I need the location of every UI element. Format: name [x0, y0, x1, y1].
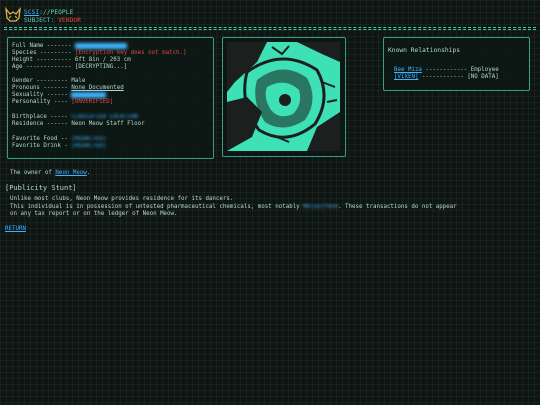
- personality-value: [UNVERIFIED]: [71, 99, 114, 105]
- relationship-row: Bee Miza ------------ Employee: [394, 67, 499, 73]
- publicity-paragraph-line: Unlike most clubs, Neon Meow provides re…: [10, 196, 234, 202]
- sexuality-value-redacted: UNVERIFIED: [71, 92, 107, 98]
- profile-row-birthplace: Birthplace ----- CLASSIFIED LOCATION: [12, 114, 138, 120]
- profile-row-full-name: Full Name ------- CLASSIFIED NAME: [12, 43, 128, 49]
- subject-value: VENDOR: [58, 17, 81, 24]
- profile-row-favorite-drink: Favorite Drink - [REDACTED]: [12, 143, 106, 149]
- publicity-heading: [Publicity Stunt]: [5, 184, 77, 192]
- favorite-food-label: Favorite Food --: [12, 136, 68, 142]
- profile-row-residence: Residence ------ Neon Meow Staff Floor: [12, 121, 145, 127]
- profile-row-age: Age ------------- [DECRYPTING...]: [12, 64, 127, 70]
- relationships-panel: Known Relationships Bee Miza -----------…: [383, 37, 530, 91]
- sexuality-label: Sexuality ------: [12, 92, 68, 98]
- profile-row-species: Species --------- [Encryption key does n…: [12, 50, 187, 56]
- profile-row-personality: Personality ---- [UNVERIFIED]: [12, 99, 113, 105]
- profile-row-gender: Gender --------- Male: [12, 78, 85, 84]
- redacted-chemical-name: Meloxifene: [303, 204, 339, 210]
- age-label: Age -------------: [12, 64, 72, 70]
- breadcrumb-scsi-link[interactable]: SCSI: [24, 9, 39, 16]
- profile-image: [227, 42, 340, 151]
- relationship-row: [VIXEN] ------------ [NO DATA]: [394, 74, 499, 80]
- favorite-drink-label: Favorite Drink -: [12, 143, 68, 149]
- owner-line: The owner of Neon Meow.: [10, 170, 90, 176]
- owner-prefix: The owner of: [10, 170, 56, 176]
- publicity-text: . These transactions do not appear: [338, 204, 457, 210]
- profile-row-height: Height ---------- 6ft 8in / 203 cm: [12, 57, 131, 63]
- subject-line: SUBJECT: VENDOR: [24, 17, 81, 24]
- profile-row-sexuality: Sexuality ------ UNVERIFIED: [12, 92, 107, 98]
- height-value: 6ft 8in / 203 cm: [74, 57, 131, 63]
- profile-row-favorite-food: Favorite Food -- [REDACTED]: [12, 136, 106, 142]
- profile-info-panel: Full Name ------- CLASSIFIED NAME Specie…: [7, 37, 214, 159]
- relationship-type: [NO DATA]: [467, 74, 499, 80]
- personality-label: Personality ----: [12, 99, 68, 105]
- species-label: Species ---------: [12, 50, 72, 56]
- profile-image-panel: [222, 37, 346, 157]
- age-value: [DECRYPTING...]: [74, 64, 128, 70]
- gender-value: Male: [71, 78, 86, 84]
- header-divider: [4, 27, 536, 30]
- pronouns-value: None Documented: [71, 85, 124, 91]
- relationship-dashes: ------------: [418, 74, 468, 80]
- pronouns-label: Pronouns -------: [12, 85, 68, 91]
- profile-row-pronouns: Pronouns ------- None Documented: [12, 85, 124, 91]
- cat-logo-icon: [5, 6, 21, 22]
- full-name-label: Full Name -------: [12, 43, 72, 49]
- breadcrumb: SCSI://PEOPLE: [24, 9, 73, 16]
- relationships-title: Known Relationships: [388, 47, 461, 54]
- publicity-paragraph-line: This individual is in possession of unte…: [10, 204, 457, 210]
- relationship-type: Employee: [470, 67, 499, 73]
- gender-label: Gender ---------: [12, 78, 68, 84]
- relationship-name-link[interactable]: [VIXEN]: [394, 74, 418, 80]
- full-name-value-redacted: CLASSIFIED NAME: [74, 43, 128, 49]
- favorite-food-value-redacted: [REDACTED]: [71, 136, 107, 142]
- species-value: [Encryption key does not match.]: [74, 50, 187, 56]
- relationship-name-link[interactable]: Bee Miza: [394, 67, 422, 73]
- birthplace-value-redacted: CLASSIFIED LOCATION: [71, 114, 138, 120]
- birthplace-label: Birthplace -----: [12, 114, 68, 120]
- publicity-paragraph-line: on any tax report or on the ledger of Ne…: [10, 211, 178, 217]
- return-link[interactable]: RETURN: [5, 226, 26, 232]
- neon-meow-link[interactable]: Neon Meow: [55, 170, 86, 176]
- residence-value: Neon Meow Staff Floor: [71, 121, 145, 127]
- height-label: Height ----------: [12, 57, 72, 63]
- relationship-dashes: ------------: [421, 67, 471, 73]
- favorite-drink-value-redacted: [REDACTED]: [71, 143, 107, 149]
- dithered-portrait-image: [227, 42, 340, 151]
- owner-suffix: .: [86, 170, 91, 176]
- publicity-text: This individual is in possession of unte…: [10, 204, 304, 210]
- subject-label: SUBJECT:: [24, 17, 59, 24]
- breadcrumb-path: ://PEOPLE: [39, 9, 74, 16]
- residence-label: Residence ------: [12, 121, 68, 127]
